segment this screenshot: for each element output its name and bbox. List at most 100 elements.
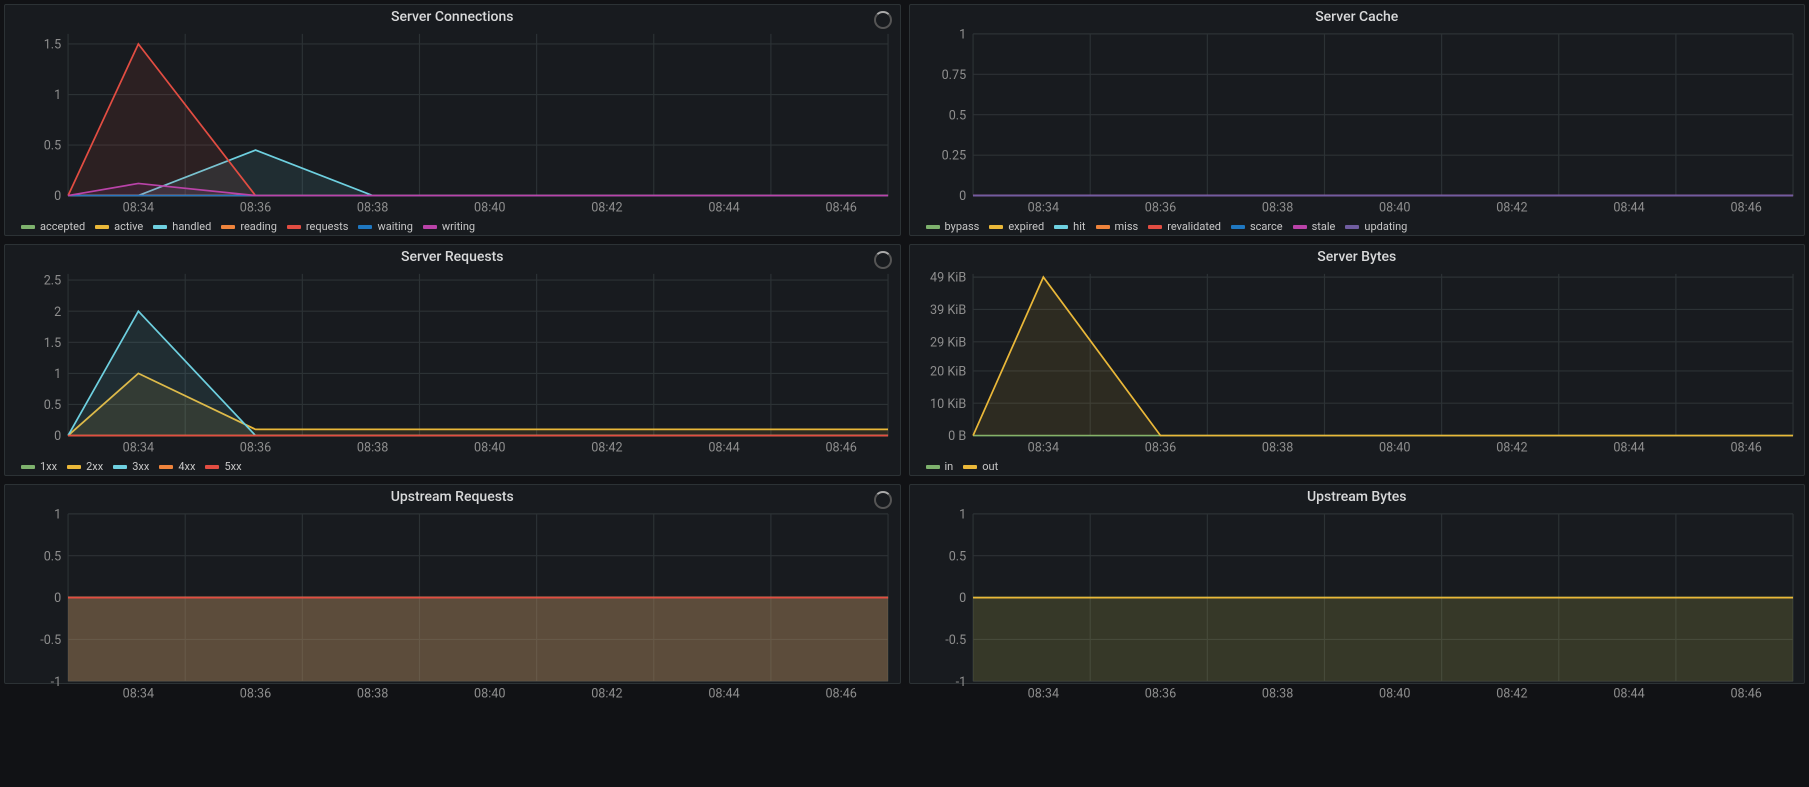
legend-swatch [287,225,301,229]
legend-item-handled[interactable]: handled [153,220,211,233]
legend-item-3xx[interactable]: 3xx [113,460,149,473]
svg-text:08:38: 08:38 [1261,201,1292,216]
legend-item-in[interactable]: in [926,460,954,473]
svg-text:0: 0 [54,429,61,444]
svg-text:1: 1 [959,27,966,42]
svg-text:08:38: 08:38 [1261,441,1292,456]
dashboard-grid: Server Connections 0 0.5 1 1.5 08:34 08:36 08:3… [0,0,1809,787]
legend-item-stale[interactable]: stale [1293,220,1336,233]
legend-item-1xx[interactable]: 1xx [21,460,57,473]
legend-item-4xx[interactable]: 4xx [159,460,195,473]
svg-text:08:40: 08:40 [1379,201,1410,216]
svg-text:0 B: 0 B [948,429,966,444]
svg-text:-0.5: -0.5 [945,633,966,648]
svg-text:1: 1 [54,88,61,103]
legend-item-requests[interactable]: requests [287,220,349,233]
panel-title: Server Connections [5,5,900,27]
svg-text:1.5: 1.5 [44,336,62,351]
svg-text:08:44: 08:44 [708,686,739,701]
legend-item-bypass[interactable]: bypass [926,220,980,233]
legend-label: 4xx [178,460,195,473]
legend-swatch [989,225,1003,229]
svg-text:08:46: 08:46 [825,686,856,701]
legend-swatch [926,465,940,469]
legend-item-out[interactable]: out [963,460,998,473]
panel-server-cache[interactable]: Server Cache00.250.50.75108:3408:3608:38… [909,4,1806,236]
svg-text:08:44: 08:44 [1613,441,1644,456]
legend-label: hit [1073,220,1085,233]
legend: in out [910,456,1805,479]
svg-text:08:44: 08:44 [708,201,739,216]
panel-upstream-requests[interactable]: Upstream Requests-1-0.500.5108:3408:3608… [4,484,901,684]
chart-area[interactable]: 0 B10 KiB20 KiB29 KiB39 KiB49 KiB08:3408… [910,267,1805,456]
legend-item-active[interactable]: active [95,220,143,233]
svg-text:1: 1 [54,367,61,382]
legend-item-updating[interactable]: updating [1345,220,1407,233]
legend-label: updating [1364,220,1407,233]
legend-label: revalidated [1167,220,1221,233]
svg-text:08:36: 08:36 [1144,686,1175,701]
legend-item-revalidated[interactable]: revalidated [1148,220,1221,233]
svg-text:2.5: 2.5 [44,274,62,289]
svg-text:08:34: 08:34 [123,441,154,456]
legend-item-writing[interactable]: writing [423,220,475,233]
legend-item-miss[interactable]: miss [1096,220,1139,233]
svg-text:08:44: 08:44 [1613,686,1644,701]
svg-text:08:36: 08:36 [1144,201,1175,216]
svg-text:08:36: 08:36 [240,686,271,701]
svg-text:08:38: 08:38 [357,201,388,216]
panel-server-requests[interactable]: Server Requests00.511.522.508:3408:3608:… [4,244,901,476]
svg-text:08:34: 08:34 [123,686,154,701]
panel-title: Server Cache [910,5,1805,27]
legend-swatch [95,225,109,229]
panel-server-bytes[interactable]: Server Bytes0 B10 KiB20 KiB29 KiB39 KiB4… [909,244,1806,476]
legend-label: out [982,460,998,473]
legend-item-scarce[interactable]: scarce [1231,220,1283,233]
panel-title: Server Bytes [910,245,1805,267]
legend-swatch [1345,225,1359,229]
legend-item-5xx[interactable]: 5xx [205,460,241,473]
legend-item-reading[interactable]: reading [221,220,277,233]
svg-text:0.5: 0.5 [44,139,62,154]
svg-text:08:42: 08:42 [591,441,622,456]
chart-area[interactable]: 00.250.50.75108:3408:3608:3808:4008:4208… [910,27,1805,216]
legend-label: handled [172,220,211,233]
legend-item-accepted[interactable]: accepted [21,220,85,233]
svg-text:08:44: 08:44 [1613,201,1644,216]
svg-text:0.5: 0.5 [44,549,62,564]
legend-swatch [153,225,167,229]
panel-title: Upstream Bytes [910,485,1805,507]
svg-text:29 KiB: 29 KiB [930,335,966,350]
svg-text:0.5: 0.5 [948,108,966,123]
legend-item-expired[interactable]: expired [989,220,1044,233]
legend-item-hit[interactable]: hit [1054,220,1085,233]
legend-item-2xx[interactable]: 2xx [67,460,103,473]
svg-text:08:46: 08:46 [1730,201,1761,216]
svg-text:-1: -1 [955,675,966,690]
svg-text:0.5: 0.5 [44,398,62,413]
legend-label: 2xx [86,460,103,473]
svg-text:10 KiB: 10 KiB [930,397,966,412]
chart-area[interactable]: -1-0.500.5108:3408:3608:3808:4008:4208:4… [910,507,1805,702]
chart-area[interactable]: 00.511.522.508:3408:3608:3808:4008:4208:… [5,267,900,456]
legend-label: reading [240,220,277,233]
legend-item-waiting[interactable]: waiting [358,220,412,233]
panel-upstream-bytes[interactable]: Upstream Bytes-1-0.500.5108:3408:3608:38… [909,484,1806,684]
svg-text:08:36: 08:36 [1144,441,1175,456]
legend-label: expired [1008,220,1044,233]
chart-area[interactable]: 00.511.508:3408:3608:3808:4008:4208:4408… [5,27,900,216]
svg-text:08:34: 08:34 [1027,686,1058,701]
svg-text:08:34: 08:34 [123,201,154,216]
legend-swatch [1148,225,1162,229]
legend-swatch [21,465,35,469]
svg-text:08:36: 08:36 [240,441,271,456]
chart-area[interactable]: -1-0.500.5108:3408:3608:3808:4008:4208:4… [5,507,900,702]
legend-label: requests [306,220,349,233]
svg-text:08:38: 08:38 [357,686,388,701]
svg-text:08:40: 08:40 [1379,441,1410,456]
legend-label: scarce [1250,220,1283,233]
svg-text:08:42: 08:42 [591,686,622,701]
panel-server-connections[interactable]: Server Connections00.511.508:3408:3608:3… [4,4,901,236]
legend-swatch [926,225,940,229]
svg-text:1: 1 [959,507,966,522]
